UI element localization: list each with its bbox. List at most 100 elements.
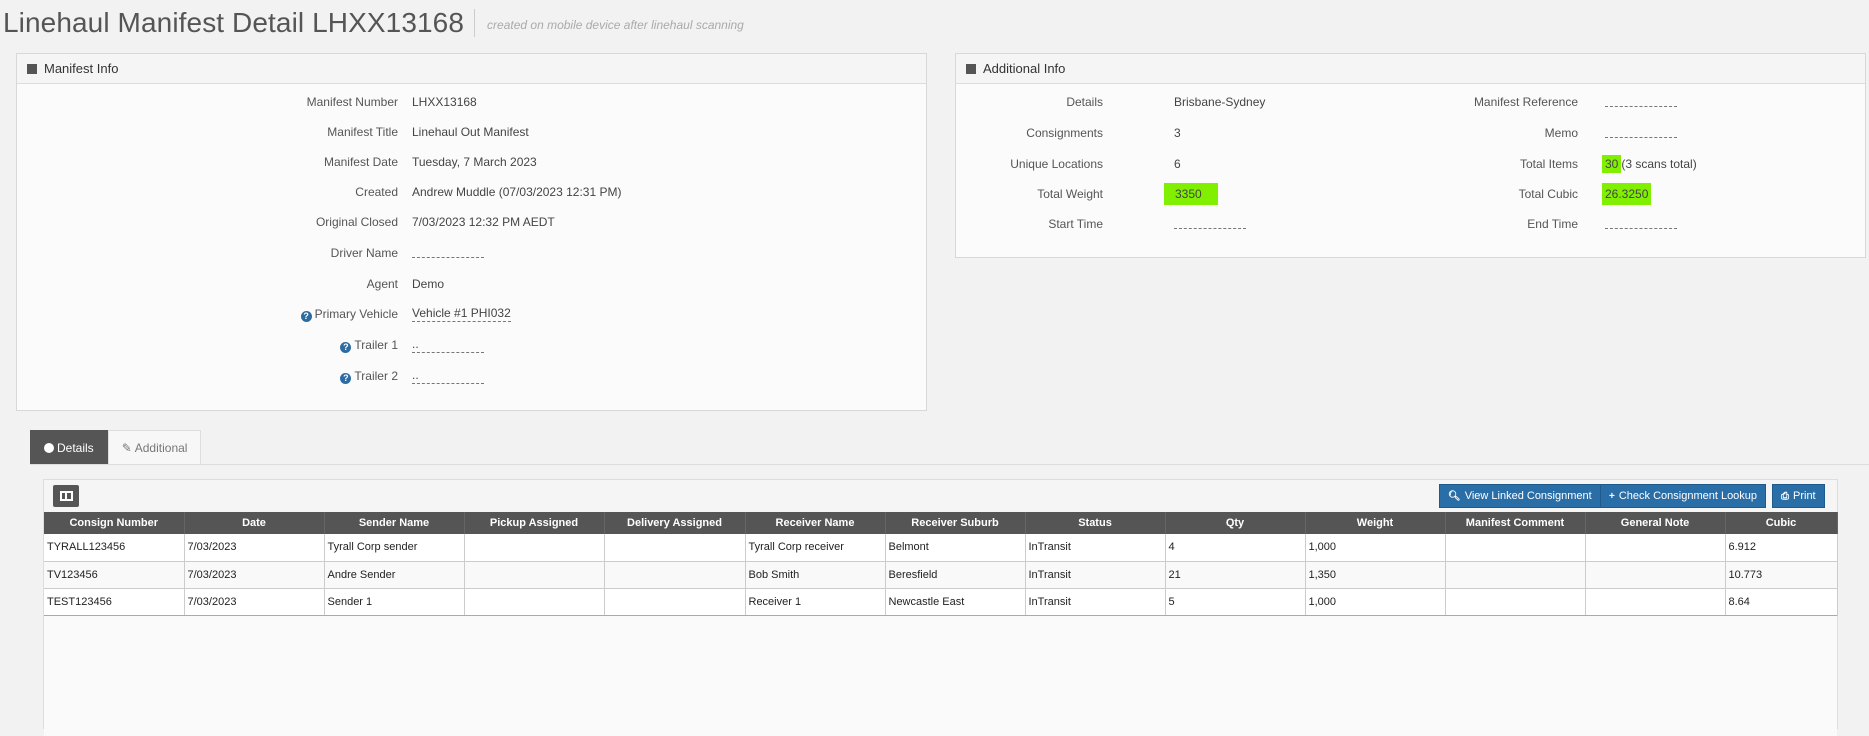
table-cell [1445, 588, 1586, 616]
column-header[interactable]: Weight [1305, 512, 1446, 534]
page-subtitle: created on mobile device after linehaul … [487, 18, 744, 32]
field-label: Memo [1544, 126, 1578, 140]
table-cell [1445, 534, 1586, 562]
tab-details[interactable]: Details [30, 430, 108, 465]
manifest-info-panel: Manifest Info Manifest Number LHXX13168 … [16, 53, 927, 411]
field-total-items: Total Items 30 (3 scans total) [956, 154, 1865, 174]
field-value: Tuesday, 7 March 2023 [412, 155, 537, 169]
field-label: Original Closed [315, 215, 398, 229]
column-header[interactable]: Manifest Comment [1445, 512, 1586, 534]
table-cell: InTransit [1025, 561, 1166, 589]
field-label: Manifest Number [306, 95, 398, 109]
field-label: Driver Name [330, 246, 398, 260]
field-end-time: End Time [956, 214, 1865, 234]
trailer-1-editable[interactable]: .. [412, 337, 484, 353]
table-row[interactable]: TEST123456 7/03/2023 Sender 1 Receiver 1… [44, 588, 1838, 616]
memo-editable[interactable] [1605, 126, 1677, 141]
check-consignment-lookup-button[interactable]: + Check Consignment Lookup [1600, 484, 1767, 508]
table-cell [604, 588, 746, 616]
field-value[interactable]: .. [412, 368, 484, 384]
tab-label: Details [57, 441, 94, 455]
table-cell [464, 588, 605, 616]
plus-icon: + [1609, 490, 1615, 502]
column-header[interactable]: General Note [1585, 512, 1726, 534]
field-manifest-reference: Manifest Reference [956, 92, 1865, 112]
table-cell: 1,000 [1305, 588, 1446, 616]
column-header[interactable]: Qty [1165, 512, 1306, 534]
grid-toolbar: 🔍︎ View Linked Consignment + Check Consi… [44, 480, 1837, 512]
field-value: LHXX13168 [412, 95, 477, 109]
column-header[interactable]: Consign Number [44, 512, 185, 534]
column-header[interactable]: Status [1025, 512, 1166, 534]
column-header[interactable]: Sender Name [324, 512, 465, 534]
empty-editable[interactable] [1605, 217, 1677, 229]
table-cell [604, 561, 746, 589]
table-cell: 4 [1165, 534, 1306, 562]
scans-total: (3 scans total) [1621, 157, 1697, 171]
total-items-value: 30 (3 scans total) [1602, 155, 1697, 173]
tab-additional[interactable]: ✎ Additional [107, 430, 202, 465]
field-label: ? Trailer 1 [340, 338, 398, 353]
empty-editable[interactable] [1605, 126, 1677, 138]
empty-editable[interactable] [1605, 95, 1677, 107]
table-row[interactable]: TYRALL123456 7/03/2023 Tyrall Corp sende… [44, 534, 1838, 562]
table-cell: 1,350 [1305, 561, 1446, 589]
table-cell: InTransit [1025, 588, 1166, 616]
field-label: End Time [1527, 217, 1578, 231]
field-value[interactable]: Vehicle #1 PHI032 [412, 306, 511, 322]
table-cell [464, 561, 605, 589]
field-driver-name: Driver Name [17, 243, 926, 263]
field-label: Manifest Title [327, 125, 398, 139]
table-header-row: Consign Number Date Sender Name Pickup A… [44, 512, 1838, 534]
help-icon[interactable]: ? [300, 310, 312, 322]
circle-icon [44, 443, 54, 453]
table-cell: Beresfield [885, 561, 1026, 589]
column-header[interactable]: Date [184, 512, 325, 534]
button-label: Check Consignment Lookup [1618, 490, 1758, 502]
empty-editable[interactable] [412, 246, 484, 258]
field-label: Manifest Date [323, 155, 398, 169]
table-cell: Tyrall Corp receiver [745, 534, 886, 562]
field-value: 26.3250 [1602, 183, 1652, 205]
table-cell: 6.912 [1725, 534, 1838, 562]
help-icon[interactable]: ? [340, 372, 352, 384]
help-icon[interactable]: ? [340, 341, 352, 353]
tab-label: Additional [134, 441, 188, 455]
table-cell: TV123456 [44, 561, 185, 589]
print-button[interactable]: ⎙ Print [1772, 484, 1825, 508]
driver-name-editable[interactable] [412, 246, 484, 261]
primary-vehicle-editable[interactable]: Vehicle #1 PHI032 [412, 306, 511, 322]
field-manifest-title: Manifest Title Linehaul Out Manifest [17, 122, 926, 142]
column-chooser-button[interactable] [53, 485, 79, 507]
field-label: Agent [366, 277, 398, 291]
end-time-editable[interactable] [1605, 217, 1677, 232]
table-cell [1585, 561, 1726, 589]
table-cell [1445, 561, 1586, 589]
manifest-info-header: Manifest Info [17, 54, 926, 84]
manifest-reference-editable[interactable] [1605, 95, 1677, 110]
field-label: ? Primary Vehicle [300, 306, 398, 322]
trailer-2-editable[interactable]: .. [412, 368, 484, 384]
field-value: Linehaul Out Manifest [412, 125, 529, 139]
search-icon: 🔍︎ [1448, 490, 1461, 502]
table-cell: TYRALL123456 [44, 534, 185, 562]
view-linked-consignment-button[interactable]: 🔍︎ View Linked Consignment [1439, 484, 1601, 508]
column-header[interactable]: Receiver Name [745, 512, 886, 534]
title-divider [474, 9, 476, 37]
field-memo: Memo [956, 123, 1865, 143]
field-value[interactable]: .. [412, 337, 484, 353]
column-header[interactable]: Delivery Assigned [604, 512, 746, 534]
table-row[interactable]: TV123456 7/03/2023 Andre Sender Bob Smit… [44, 561, 1838, 589]
field-original-closed: Original Closed 7/03/2023 12:32 PM AEDT [17, 212, 926, 232]
column-header[interactable]: Receiver Suburb [885, 512, 1026, 534]
grid-empty-area [44, 616, 1837, 736]
table-cell: 1,000 [1305, 534, 1446, 562]
field-label-text: Primary Vehicle [314, 306, 398, 321]
panel-square-icon [966, 63, 976, 74]
field-label-text: Trailer 2 [354, 368, 398, 383]
column-header[interactable]: Cubic [1725, 512, 1838, 534]
table-cell [1585, 534, 1726, 562]
field-trailer-2: ? Trailer 2 .. [17, 366, 926, 386]
column-header[interactable]: Pickup Assigned [464, 512, 605, 534]
table-cell: Newcastle East [885, 588, 1026, 616]
